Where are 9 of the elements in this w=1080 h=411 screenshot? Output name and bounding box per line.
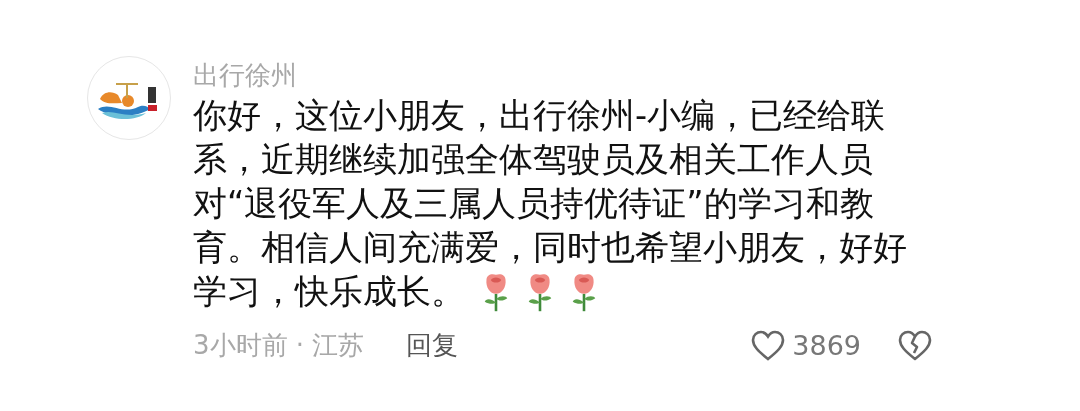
like-icon[interactable] bbox=[750, 329, 787, 362]
broken-heart-icon[interactable] bbox=[897, 329, 933, 362]
comment-text: 你好，这位小朋友，出行徐州-小编，已经给联系，近期继续加强全体驾驶员及相关工作人员对“退役军人及三属人员持优待证”的学习和教育。相信人间充满爱，同时也希望小朋友，好好学习，快乐成长。 bbox=[193, 95, 908, 314]
rose-icon bbox=[527, 273, 553, 313]
like-count: 3869 bbox=[792, 330, 861, 361]
rose-icon bbox=[571, 273, 597, 313]
timestamp: 3小时前 · 江苏 bbox=[193, 329, 365, 362]
rose-icon bbox=[483, 273, 509, 313]
reply-button[interactable]: 回复 bbox=[406, 328, 459, 363]
